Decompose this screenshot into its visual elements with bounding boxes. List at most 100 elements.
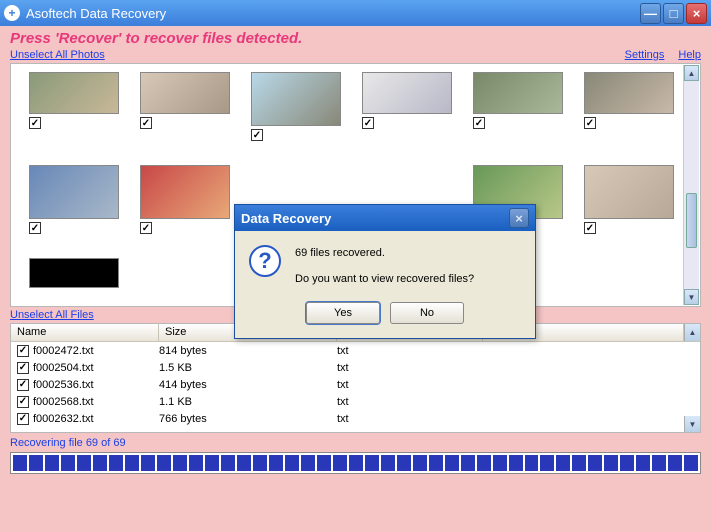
photo-scrollbar[interactable]: ▲ ▼: [683, 65, 699, 305]
titlebar: + Asoftech Data Recovery — □ ×: [0, 0, 711, 26]
file-ext: txt: [337, 345, 483, 357]
photo-thumbnail[interactable]: [362, 72, 452, 114]
scroll-down-icon[interactable]: ▼: [684, 289, 699, 305]
progress-segment: [77, 455, 91, 471]
progress-segment: [61, 455, 75, 471]
photo-thumbnail[interactable]: [29, 165, 119, 219]
unselect-all-photos-link[interactable]: Unselect All Photos: [10, 49, 105, 61]
photo-item[interactable]: ✓: [140, 165, 230, 234]
progress-segment: [477, 455, 491, 471]
maximize-button[interactable]: □: [663, 3, 684, 24]
photo-thumbnail[interactable]: [140, 165, 230, 219]
settings-link[interactable]: Settings: [625, 49, 665, 61]
photo-checkbox[interactable]: ✓: [362, 117, 374, 129]
column-header-name[interactable]: Name: [11, 324, 159, 341]
help-link[interactable]: Help: [678, 49, 701, 61]
file-name: f0002504.txt: [33, 362, 159, 374]
unselect-all-files-link[interactable]: Unselect All Files: [10, 309, 94, 321]
instruction-text: Press 'Recover' to recover files detecte…: [10, 30, 701, 47]
file-checkbox[interactable]: ✓: [17, 396, 29, 408]
photo-thumbnail[interactable]: [140, 72, 230, 114]
file-checkbox[interactable]: ✓: [17, 379, 29, 391]
file-row[interactable]: ✓f0002536.txt414 bytestxt: [11, 376, 700, 393]
yes-button[interactable]: Yes: [306, 302, 380, 324]
photo-checkbox[interactable]: ✓: [473, 117, 485, 129]
app-body: Press 'Recover' to recover files detecte…: [0, 26, 711, 532]
progress-segment: [556, 455, 570, 471]
progress-segment: [620, 455, 634, 471]
photo-thumbnail[interactable]: [29, 258, 119, 288]
file-list: Name Size Extension ▲ ✓f0002472.txt814 b…: [10, 323, 701, 433]
progress-segment: [237, 455, 251, 471]
progress-segment: [157, 455, 171, 471]
dialog-message: 69 files recovered. Do you want to view …: [295, 245, 474, 288]
progress-segment: [652, 455, 666, 471]
file-row[interactable]: ✓f0002472.txt814 bytestxt: [11, 342, 700, 359]
file-ext: txt: [337, 379, 483, 391]
status-text: Recovering file 69 of 69: [10, 437, 701, 449]
photo-thumbnail[interactable]: [584, 165, 674, 219]
photo-checkbox[interactable]: ✓: [29, 117, 41, 129]
scroll-down-icon[interactable]: ▼: [684, 416, 700, 432]
photo-thumbnail[interactable]: [473, 72, 563, 114]
file-row[interactable]: ✓ f0002504.txt1.5 KBtxt: [11, 359, 700, 376]
file-checkbox[interactable]: ✓: [17, 362, 29, 374]
dialog-title: Data Recovery: [241, 211, 509, 226]
progress-segment: [301, 455, 315, 471]
minimize-button[interactable]: —: [640, 3, 661, 24]
file-name: f0002568.txt: [33, 396, 159, 408]
photo-item[interactable]: ✓: [251, 72, 341, 141]
progress-segment: [205, 455, 219, 471]
progress-segment: [93, 455, 107, 471]
recovery-dialog: Data Recovery × ? 69 files recovered. Do…: [234, 204, 536, 339]
photo-item[interactable]: ✓: [29, 72, 119, 141]
progress-segment: [604, 455, 618, 471]
photo-thumbnail[interactable]: [584, 72, 674, 114]
close-button[interactable]: ×: [686, 3, 707, 24]
file-checkbox[interactable]: ✓: [17, 413, 29, 425]
photo-thumbnail[interactable]: [251, 72, 341, 126]
progress-segment: [684, 455, 698, 471]
photo-thumbnail[interactable]: [29, 72, 119, 114]
photo-checkbox[interactable]: ✓: [251, 129, 263, 141]
photo-item[interactable]: ✓: [584, 165, 674, 234]
scroll-up-icon[interactable]: ▲: [684, 65, 699, 81]
progress-segment: [397, 455, 411, 471]
file-size: 1.5 KB: [159, 362, 337, 374]
progress-segment: [45, 455, 59, 471]
photo-checkbox[interactable]: ✓: [584, 222, 596, 234]
file-checkbox[interactable]: ✓: [17, 345, 29, 357]
photo-item[interactable]: [29, 258, 119, 288]
file-ext: txt: [337, 362, 483, 374]
photo-item[interactable]: ✓: [473, 72, 563, 141]
photo-item[interactable]: ✓: [584, 72, 674, 141]
photo-item[interactable]: ✓: [29, 165, 119, 234]
progress-segment: [509, 455, 523, 471]
file-ext: txt: [337, 396, 483, 408]
progress-segment: [285, 455, 299, 471]
progress-segment: [125, 455, 139, 471]
file-row[interactable]: ✓f0002568.txt1.1 KBtxt: [11, 393, 700, 410]
photo-item[interactable]: ✓: [140, 72, 230, 141]
progress-segment: [493, 455, 507, 471]
scroll-thumb[interactable]: [686, 193, 697, 248]
photo-checkbox[interactable]: ✓: [140, 222, 152, 234]
progress-segment: [317, 455, 331, 471]
progress-segment: [429, 455, 443, 471]
progress-segment: [540, 455, 554, 471]
progress-segment: [173, 455, 187, 471]
scroll-up-icon[interactable]: ▲: [684, 324, 700, 341]
progress-segment: [413, 455, 427, 471]
progress-segment: [253, 455, 267, 471]
photo-item[interactable]: ✓: [362, 72, 452, 141]
dialog-close-button[interactable]: ×: [509, 208, 529, 228]
photo-checkbox[interactable]: ✓: [29, 222, 41, 234]
no-button[interactable]: No: [390, 302, 464, 324]
file-row[interactable]: ✓f0002632.txt766 bytestxt: [11, 410, 700, 427]
photo-checkbox[interactable]: ✓: [140, 117, 152, 129]
file-name: f0002536.txt: [33, 379, 159, 391]
progress-segment: [29, 455, 43, 471]
progress-segment: [572, 455, 586, 471]
photo-checkbox[interactable]: ✓: [584, 117, 596, 129]
dialog-line2: Do you want to view recovered files?: [295, 271, 474, 289]
